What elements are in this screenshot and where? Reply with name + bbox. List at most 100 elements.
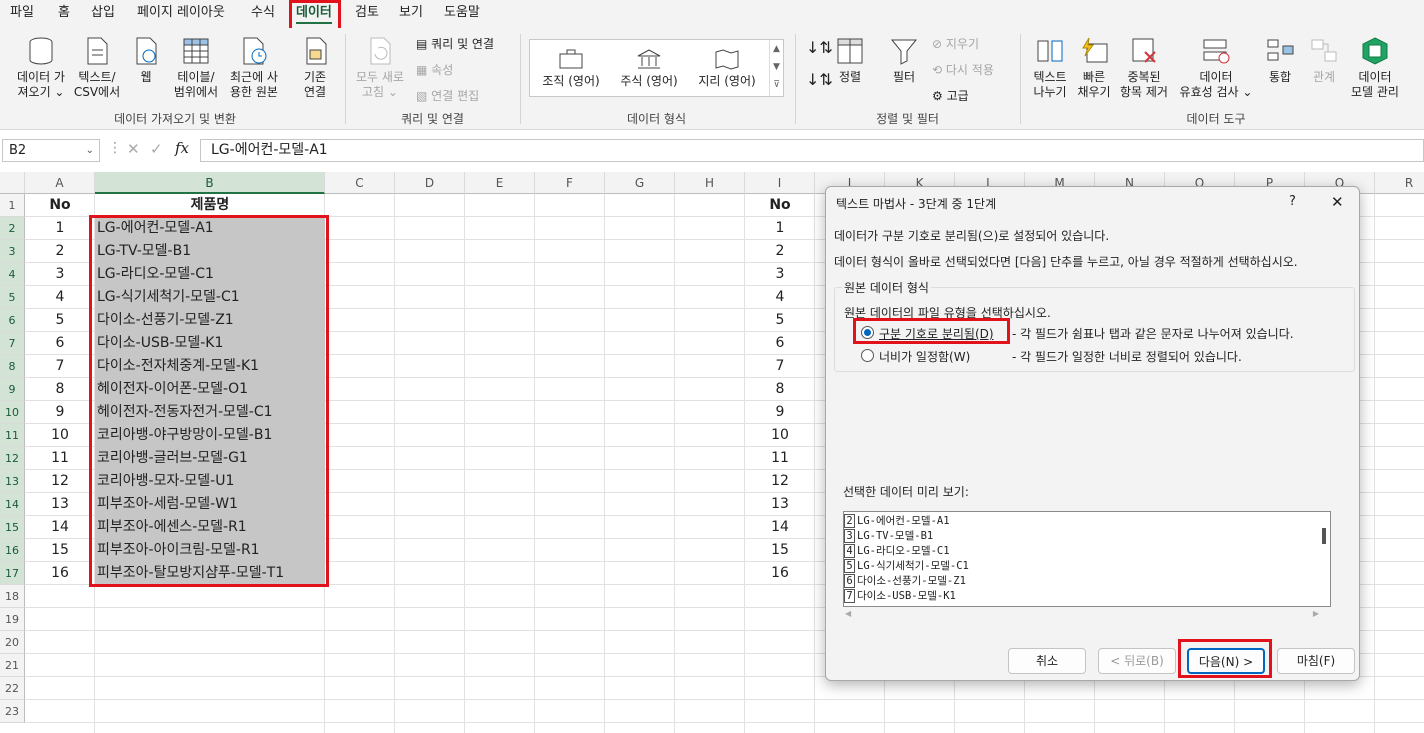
relationships-button[interactable]: 관계 — [1304, 36, 1344, 85]
column-header[interactable]: H — [675, 172, 745, 194]
product-cell[interactable]: 헤이전자-전동자전거-모델-C1 — [97, 401, 325, 424]
column-header[interactable]: R — [1375, 172, 1424, 194]
no-cell[interactable]: 5 — [25, 309, 95, 332]
row-header[interactable]: 22 — [0, 677, 25, 700]
no-cell[interactable]: 12 — [25, 470, 95, 493]
menu-help[interactable]: 도움말 — [444, 4, 480, 22]
product-cell[interactable]: 코리아뱅-야구방망이-모델-B1 — [97, 424, 325, 447]
row-header[interactable]: 23 — [0, 700, 25, 723]
column-header[interactable]: A — [25, 172, 95, 194]
help-icon[interactable]: ? — [1289, 194, 1296, 209]
edit-links-button[interactable]: ▧ 연결 편집 — [416, 88, 479, 104]
row-header[interactable]: 3 — [0, 240, 25, 263]
fixed-width-radio[interactable] — [861, 349, 874, 362]
gallery-scroll[interactable]: ▲ ▼ ⊽ — [769, 40, 783, 96]
row-header[interactable]: 18 — [0, 585, 25, 608]
row-header[interactable]: 12 — [0, 447, 25, 470]
product-cell[interactable]: 다이소-전자체중계-모델-K1 — [97, 355, 325, 378]
text-to-columns-button[interactable]: 텍스트 나누기 — [1026, 36, 1074, 100]
product-cell[interactable]: 코리아뱅-모자-모델-U1 — [97, 470, 325, 493]
row-header[interactable]: 19 — [0, 608, 25, 631]
product-cell[interactable]: LG-에어컨-모델-A1 — [97, 217, 325, 240]
menu-review[interactable]: 검토 — [355, 4, 379, 22]
menu-home[interactable]: 홈 — [58, 4, 70, 22]
close-icon[interactable]: ✕ — [1331, 193, 1344, 211]
formula-input[interactable]: LG-에어컨-모델-A1 — [200, 139, 1424, 162]
no-cell-2[interactable]: 11 — [745, 447, 815, 470]
no-cell-2[interactable]: 5 — [745, 309, 815, 332]
row-header[interactable]: 11 — [0, 424, 25, 447]
no-cell[interactable]: 1 — [25, 217, 95, 240]
no-cell[interactable]: 15 — [25, 539, 95, 562]
org-type-button[interactable]: 조직 (영어) — [538, 48, 604, 89]
no-cell-2[interactable]: 6 — [745, 332, 815, 355]
data-validation-button[interactable]: 데이터 유효성 검사 ⌄ — [1176, 36, 1256, 100]
row-header[interactable]: 5 — [0, 286, 25, 309]
queries-connections-button[interactable]: ▤ 쿼리 및 연결 — [416, 36, 494, 52]
column-header[interactable]: C — [325, 172, 395, 194]
row-header[interactable]: 17 — [0, 562, 25, 585]
no-cell[interactable]: 11 — [25, 447, 95, 470]
header-no[interactable]: No — [25, 194, 95, 217]
menu-insert[interactable]: 삽입 — [91, 4, 115, 22]
consolidate-button[interactable]: 통합 — [1262, 36, 1298, 85]
data-preview[interactable]: 2 LG-에어컨-모델-A1 3 LG-TV-모델-B1 4 LG-라디오-모델-C1… — [843, 511, 1331, 607]
no-cell[interactable]: 13 — [25, 493, 95, 516]
table-range-button[interactable]: 테이블/범위에서 — [168, 36, 224, 100]
row-header[interactable]: 1 — [0, 194, 25, 217]
menu-page-layout[interactable]: 페이지 레이아웃 — [137, 4, 225, 22]
product-cell[interactable]: 피부조아-에센스-모델-R1 — [97, 516, 325, 539]
data-model-button[interactable]: 데이터 모델 관리 — [1346, 36, 1404, 100]
no-cell-2[interactable]: 15 — [745, 539, 815, 562]
scroll-right-icon[interactable]: ▶ — [1313, 609, 1319, 618]
no-cell-2[interactable]: 3 — [745, 263, 815, 286]
back-button[interactable]: < 뒤로(B) — [1098, 648, 1176, 674]
cancel-icon[interactable]: ✕ — [127, 140, 140, 158]
product-cell[interactable]: 다이소-USB-모델-K1 — [97, 332, 325, 355]
delimited-label[interactable]: 구분 기호로 분리됨(D) — [879, 325, 994, 342]
no-cell[interactable]: 7 — [25, 355, 95, 378]
preview-scroll-thumb[interactable] — [1322, 528, 1326, 544]
product-cell[interactable]: LG-라디오-모델-C1 — [97, 263, 325, 286]
product-cell[interactable]: LG-식기세척기-모델-C1 — [97, 286, 325, 309]
product-cell[interactable]: 헤이전자-이어폰-모델-O1 — [97, 378, 325, 401]
preview-hscrollbar[interactable]: ◀ ▶ — [843, 609, 1331, 623]
row-header[interactable]: 20 — [0, 631, 25, 654]
advanced-button[interactable]: ⚙ 고급 — [932, 88, 969, 104]
properties-button[interactable]: ▦ 속성 — [416, 62, 453, 78]
column-header[interactable]: B — [95, 172, 325, 194]
row-header[interactable]: 10 — [0, 401, 25, 424]
finish-button[interactable]: 마침(F) — [1277, 648, 1355, 674]
no-cell[interactable]: 8 — [25, 378, 95, 401]
no-cell-2[interactable]: 14 — [745, 516, 815, 539]
row-header[interactable]: 2 — [0, 217, 25, 240]
row-header[interactable]: 7 — [0, 332, 25, 355]
row-header[interactable]: 16 — [0, 539, 25, 562]
text-csv-button[interactable]: 텍스트/CSV에서 — [72, 36, 122, 100]
no-cell-2[interactable]: 16 — [745, 562, 815, 585]
no-cell[interactable]: 6 — [25, 332, 95, 355]
recent-sources-button[interactable]: 최근에 사 용한 원본 — [224, 36, 284, 100]
delimited-radio[interactable] — [861, 326, 874, 339]
next-button[interactable]: 다음(N) > — [1187, 648, 1265, 674]
no-cell-2[interactable]: 4 — [745, 286, 815, 309]
refresh-all-button[interactable]: 모두 새로 고침 ⌄ — [350, 36, 410, 100]
row-header[interactable]: 21 — [0, 654, 25, 677]
column-header[interactable]: E — [465, 172, 535, 194]
no-cell-2[interactable]: 9 — [745, 401, 815, 424]
remove-duplicates-button[interactable]: 중복된 항목 제거 — [1116, 36, 1172, 100]
no-cell[interactable]: 4 — [25, 286, 95, 309]
stocks-type-button[interactable]: 주식 (영어) — [616, 48, 682, 89]
get-data-button[interactable]: 데이터 가 져오기 ⌄ — [10, 36, 72, 100]
flash-fill-button[interactable]: 빠른 채우기 — [1074, 36, 1114, 100]
clear-button[interactable]: ⊘ 지우기 — [932, 36, 979, 52]
scroll-left-icon[interactable]: ◀ — [845, 609, 851, 618]
no-cell[interactable]: 2 — [25, 240, 95, 263]
row-header[interactable]: 9 — [0, 378, 25, 401]
reapply-button[interactable]: ⟲ 다시 적용 — [932, 62, 994, 78]
sort-za-button[interactable]: ↓⇅ — [806, 72, 833, 88]
no-cell-2[interactable]: 1 — [745, 217, 815, 240]
row-header[interactable]: 4 — [0, 263, 25, 286]
header-product-name[interactable]: 제품명 — [95, 194, 325, 217]
enter-icon[interactable]: ✓ — [150, 140, 163, 158]
